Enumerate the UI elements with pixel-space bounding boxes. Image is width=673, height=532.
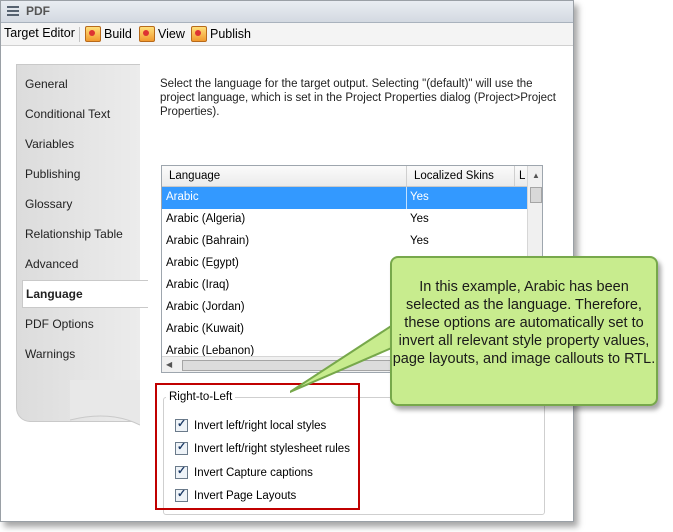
row-language: Arabic (Algeria) [166,213,246,225]
toolbar: Target Editor Build View Publish [1,23,573,46]
view-button[interactable]: View [139,26,185,42]
row-language: Arabic [166,191,199,203]
table-row[interactable]: Arabic (Algeria) Yes [162,209,528,231]
title-bar: PDF [1,1,573,23]
publish-icon [191,26,207,42]
row-skins: Yes [410,213,429,225]
scroll-up-icon[interactable]: ▲ [532,171,540,180]
target-editor-label: Target Editor [4,26,75,40]
scroll-left-icon[interactable]: ◀ [166,360,172,369]
tab-pdf-options[interactable]: PDF Options [25,317,94,331]
row-language: Arabic (Egypt) [166,257,239,269]
table-row[interactable]: Arabic (Bahrain) Yes [162,231,528,253]
language-description: Select the language for the target outpu… [160,78,556,118]
build-button[interactable]: Build [85,26,132,42]
row-skins: Yes [410,235,429,247]
view-icon [139,26,155,42]
tab-relationship-table[interactable]: Relationship Table [25,227,123,241]
tab-conditional-text[interactable]: Conditional Text [25,107,110,121]
menu-icon[interactable] [7,6,19,17]
row-language: Arabic (Iraq) [166,279,230,291]
column-header-l[interactable]: L [519,170,525,182]
build-label: Build [104,27,132,41]
row-language: Arabic (Bahrain) [166,235,250,247]
publish-button[interactable]: Publish [191,26,251,42]
publish-label: Publish [210,27,251,41]
table-row[interactable]: Arabic Yes [162,187,528,209]
tab-language[interactable]: Language [22,280,148,308]
tab-general[interactable]: General [25,77,68,91]
callout-text: In this example, Arabic has been selecte… [392,279,656,367]
tab-variables[interactable]: Variables [25,137,74,151]
table-header: Language Localized Skins L [162,166,542,187]
window-title: PDF [26,4,50,18]
tab-advanced[interactable]: Advanced [25,257,78,271]
row-language: Arabic (Lebanon) [166,345,255,356]
row-language: Arabic (Jordan) [166,301,245,313]
column-header-localized-skins[interactable]: Localized Skins [414,170,494,182]
row-skins: Yes [410,191,429,203]
tab-glossary[interactable]: Glossary [25,197,72,211]
build-icon [85,26,101,42]
tab-panel-curve [70,380,140,426]
view-label: View [158,27,185,41]
tab-publishing[interactable]: Publishing [25,167,80,181]
column-header-language[interactable]: Language [169,170,220,182]
rtl-highlight-box [155,383,360,510]
vertical-scroll-thumb[interactable] [530,187,542,203]
row-language: Arabic (Kuwait) [166,323,244,335]
tab-warnings[interactable]: Warnings [25,347,75,361]
